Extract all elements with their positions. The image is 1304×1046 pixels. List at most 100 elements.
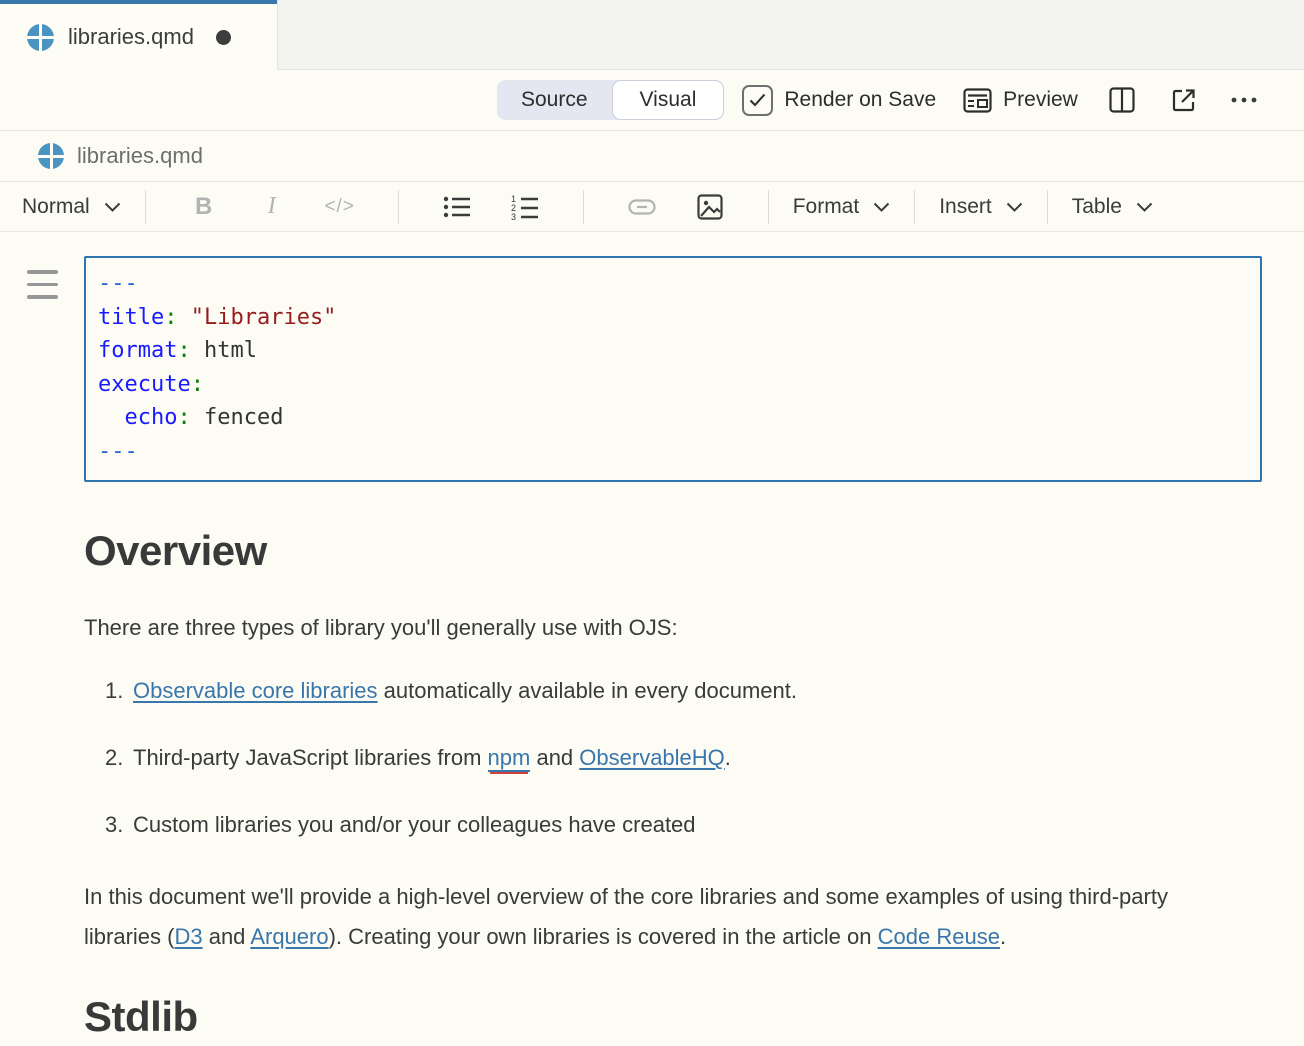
tab-bar: libraries.qmd bbox=[0, 0, 1304, 70]
block-format-dropdown[interactable]: Normal bbox=[22, 195, 121, 219]
yaml-token-plain: html bbox=[204, 338, 257, 363]
block-drag-handle[interactable] bbox=[27, 270, 58, 308]
open-external-button[interactable] bbox=[1171, 87, 1197, 113]
chevron-down-icon bbox=[1006, 202, 1023, 212]
drag-handle-line bbox=[27, 283, 58, 287]
intro-paragraph[interactable]: There are three types of library you'll … bbox=[84, 615, 1262, 641]
yaml-token-colon: : bbox=[177, 338, 204, 363]
numbered-list-button[interactable]: 1 2 3 bbox=[491, 194, 559, 220]
yaml-token-colon: : bbox=[164, 305, 191, 330]
format-toolbar: Normal B I </> 1 2 3 bbox=[0, 182, 1304, 232]
chevron-down-icon bbox=[873, 202, 890, 212]
editor-mode-toggle: Source Visual bbox=[497, 80, 724, 120]
quarto-file-icon bbox=[27, 24, 54, 51]
list-number: 1. bbox=[105, 676, 123, 706]
inline-link[interactable]: npm bbox=[488, 745, 531, 772]
toolbar-separator bbox=[768, 190, 769, 224]
format-menu[interactable]: Format bbox=[793, 195, 891, 219]
text-run: and bbox=[203, 924, 251, 949]
link-button[interactable] bbox=[608, 199, 676, 215]
list-item[interactable]: 1. Observable core libraries automatical… bbox=[84, 676, 1262, 706]
yaml-token-key: execute bbox=[98, 372, 191, 397]
split-editor-button[interactable] bbox=[1109, 87, 1135, 113]
bulleted-list-button[interactable] bbox=[423, 195, 491, 219]
yaml-token-plain bbox=[98, 405, 125, 430]
toolbar-separator bbox=[583, 190, 584, 224]
drag-handle-line bbox=[27, 270, 58, 274]
tab-libraries-qmd[interactable]: libraries.qmd bbox=[0, 0, 277, 70]
heading-stdlib[interactable]: Stdlib bbox=[84, 993, 1262, 1041]
yaml-token-key: format bbox=[98, 338, 177, 363]
library-types-list: 1. Observable core libraries automatical… bbox=[84, 676, 1262, 840]
image-button[interactable] bbox=[676, 194, 744, 220]
more-actions-button[interactable] bbox=[1230, 96, 1258, 104]
list-item-text: Observable core libraries automatically … bbox=[133, 678, 797, 703]
editor-toolbar: Source Visual Render on Save Preview bbox=[0, 70, 1304, 131]
text-run: Custom libraries you and/or your colleag… bbox=[133, 812, 696, 837]
yaml-token-colon: : bbox=[191, 372, 204, 397]
yaml-token-colon: : bbox=[177, 405, 204, 430]
yaml-token-key: echo bbox=[125, 405, 178, 430]
link-icon bbox=[628, 199, 656, 215]
toolbar-separator bbox=[398, 190, 399, 224]
text-run: ). Creating your own libraries is covere… bbox=[329, 924, 878, 949]
inline-link[interactable]: ObservableHQ bbox=[579, 745, 725, 770]
yaml-line: --- bbox=[98, 435, 1248, 469]
table-menu-label: Table bbox=[1072, 195, 1122, 219]
preview-icon bbox=[963, 88, 992, 113]
inline-link[interactable]: Code Reuse bbox=[878, 924, 1000, 949]
open-external-icon bbox=[1171, 87, 1197, 113]
list-number: 2. bbox=[105, 743, 123, 773]
list-item[interactable]: 3. Custom libraries you and/or your coll… bbox=[84, 810, 1262, 840]
italic-icon: I bbox=[268, 193, 276, 220]
body-paragraph[interactable]: In this document we'll provide a high-le… bbox=[84, 877, 1232, 957]
italic-button[interactable]: I bbox=[238, 193, 306, 220]
block-format-label: Normal bbox=[22, 195, 90, 219]
bold-button[interactable]: B bbox=[170, 193, 238, 221]
render-on-save-checkbox[interactable] bbox=[742, 85, 773, 116]
yaml-token-delim: --- bbox=[98, 271, 138, 296]
image-icon bbox=[697, 194, 723, 220]
bulleted-list-icon bbox=[443, 195, 471, 219]
yaml-line: --- bbox=[98, 267, 1248, 301]
text-run: automatically available in every documen… bbox=[378, 678, 797, 703]
chevron-down-icon bbox=[104, 202, 121, 212]
text-run: Third-party JavaScript libraries from bbox=[133, 745, 488, 770]
inline-link[interactable]: Observable core libraries bbox=[133, 678, 378, 703]
inline-link[interactable]: D3 bbox=[174, 924, 202, 949]
breadcrumb: libraries.qmd bbox=[0, 131, 1304, 182]
yaml-token-string: "Libraries" bbox=[191, 305, 337, 330]
document-editor-canvas[interactable]: ---title: "Libraries"format: htmlexecute… bbox=[0, 232, 1304, 1041]
yaml-line: title: "Libraries" bbox=[98, 301, 1248, 335]
list-item[interactable]: 2. Third-party JavaScript libraries from… bbox=[84, 743, 1262, 773]
format-menu-label: Format bbox=[793, 195, 860, 219]
insert-menu-label: Insert bbox=[939, 195, 992, 219]
text-run: . bbox=[1000, 924, 1006, 949]
code-button[interactable]: </> bbox=[306, 196, 374, 218]
yaml-token-delim: --- bbox=[98, 439, 138, 464]
svg-text:3: 3 bbox=[511, 212, 516, 220]
unsaved-changes-dot[interactable] bbox=[216, 30, 231, 45]
drag-handle-line bbox=[27, 295, 58, 299]
heading-overview[interactable]: Overview bbox=[84, 527, 1262, 575]
render-on-save-label: Render on Save bbox=[784, 88, 936, 112]
inline-link[interactable]: Arquero bbox=[250, 924, 328, 949]
insert-menu[interactable]: Insert bbox=[939, 195, 1023, 219]
yaml-line: echo: fenced bbox=[98, 401, 1248, 435]
breadcrumb-filename[interactable]: libraries.qmd bbox=[77, 143, 203, 169]
toolbar-separator bbox=[914, 190, 915, 224]
source-mode-button[interactable]: Source bbox=[497, 80, 612, 120]
split-editor-icon bbox=[1109, 87, 1135, 113]
chevron-down-icon bbox=[1136, 202, 1153, 212]
numbered-list-icon: 1 2 3 bbox=[511, 194, 539, 220]
yaml-line: format: html bbox=[98, 334, 1248, 368]
checkmark-icon bbox=[749, 93, 766, 107]
quarto-visual-editor-window: libraries.qmd Source Visual Render on Sa… bbox=[0, 0, 1304, 1041]
table-menu[interactable]: Table bbox=[1072, 195, 1153, 219]
tab-bar-empty-area bbox=[277, 0, 1304, 70]
preview-button[interactable]: Preview bbox=[963, 88, 1078, 113]
visual-mode-button[interactable]: Visual bbox=[612, 80, 725, 120]
code-icon: </> bbox=[324, 196, 354, 218]
yaml-front-matter-block[interactable]: ---title: "Libraries"format: htmlexecute… bbox=[84, 256, 1262, 482]
toolbar-separator bbox=[1047, 190, 1048, 224]
